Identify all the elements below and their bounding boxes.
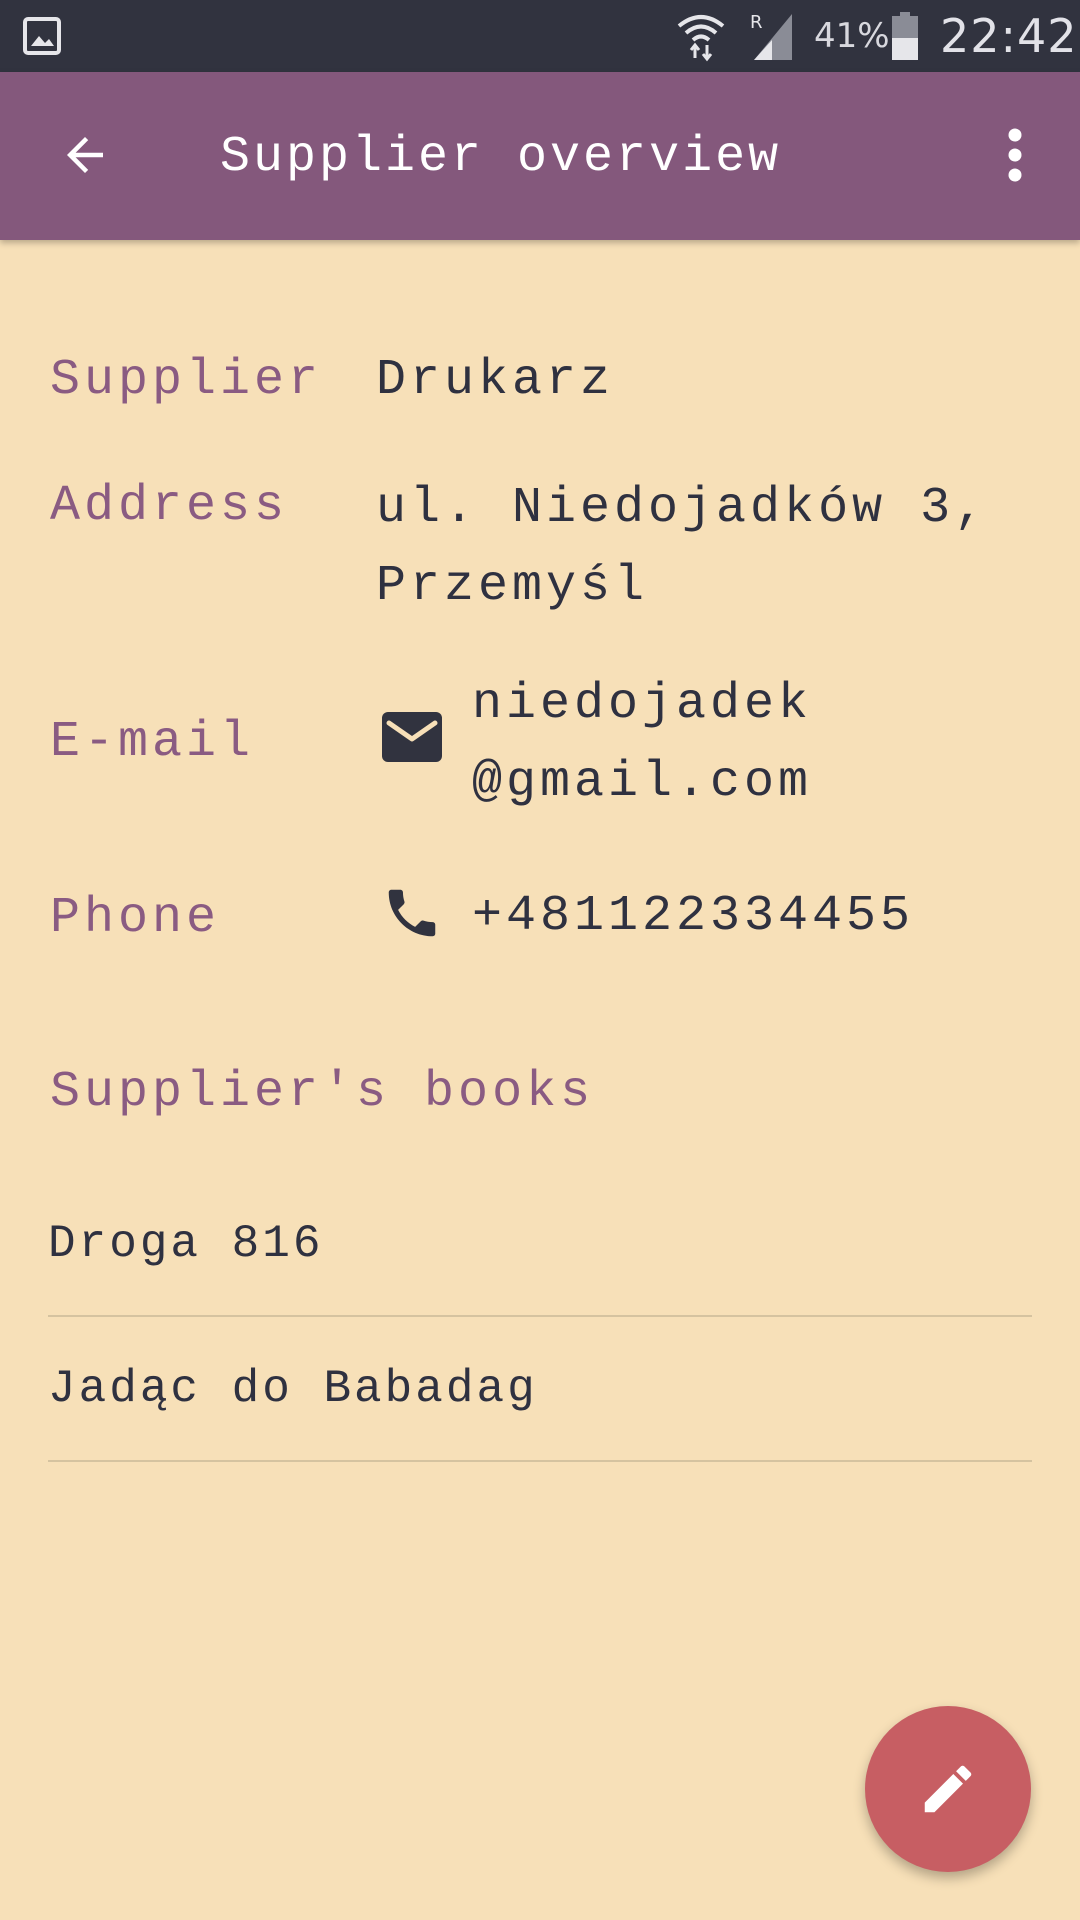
book-title: Jadąc do Babadag — [48, 1362, 538, 1415]
email-line-2: @gmail.com — [472, 754, 813, 811]
email-label: E-mail — [50, 714, 255, 771]
clock: 22:42 — [940, 9, 1078, 63]
address-line-2: Przemyśl — [376, 558, 649, 615]
app-bar: Supplier overview — [0, 72, 1080, 240]
email-line-1: niedojadek — [472, 676, 813, 733]
supplier-name: Drukarz — [376, 352, 615, 409]
status-bar: R 41% 22:42 — [0, 0, 1080, 72]
back-arrow-icon — [67, 137, 103, 173]
book-title: Droga 816 — [48, 1217, 324, 1270]
phone-icon — [388, 889, 436, 937]
gallery-icon — [23, 17, 61, 55]
supplier-label: Supplier — [50, 352, 323, 409]
battery-icon — [892, 12, 918, 60]
address-label: Address — [50, 478, 289, 535]
phone-label: Phone — [50, 890, 221, 947]
email-value[interactable]: niedojadek @gmail.com — [472, 666, 812, 822]
books-section-title: Supplier's books — [50, 1064, 595, 1121]
page-title: Supplier overview — [220, 129, 782, 186]
list-item[interactable]: Droga 816 — [48, 1172, 1032, 1317]
battery-percent: 41% — [814, 16, 890, 56]
phone-value[interactable]: +481122334455 — [472, 878, 914, 956]
edit-icon — [924, 1765, 972, 1813]
book-list: Droga 816 Jadąc do Babadag — [48, 1172, 1032, 1462]
list-item[interactable]: Jadąc do Babadag — [48, 1317, 1032, 1462]
email-icon-box — [377, 702, 447, 772]
phone-icon-box — [377, 878, 447, 948]
signal-icon: R — [750, 12, 792, 60]
back-button[interactable] — [40, 110, 130, 200]
address-value: ul. Niedojadków 3, Przemyśl — [376, 470, 988, 626]
more-vert-icon — [1008, 128, 1022, 182]
email-icon — [382, 712, 442, 762]
svg-text:R: R — [750, 12, 763, 33]
overflow-menu-button[interactable] — [975, 110, 1055, 200]
edit-button[interactable] — [865, 1706, 1031, 1872]
wifi-icon — [677, 15, 725, 62]
address-line-1: ul. Niedojadków 3, — [376, 480, 989, 537]
